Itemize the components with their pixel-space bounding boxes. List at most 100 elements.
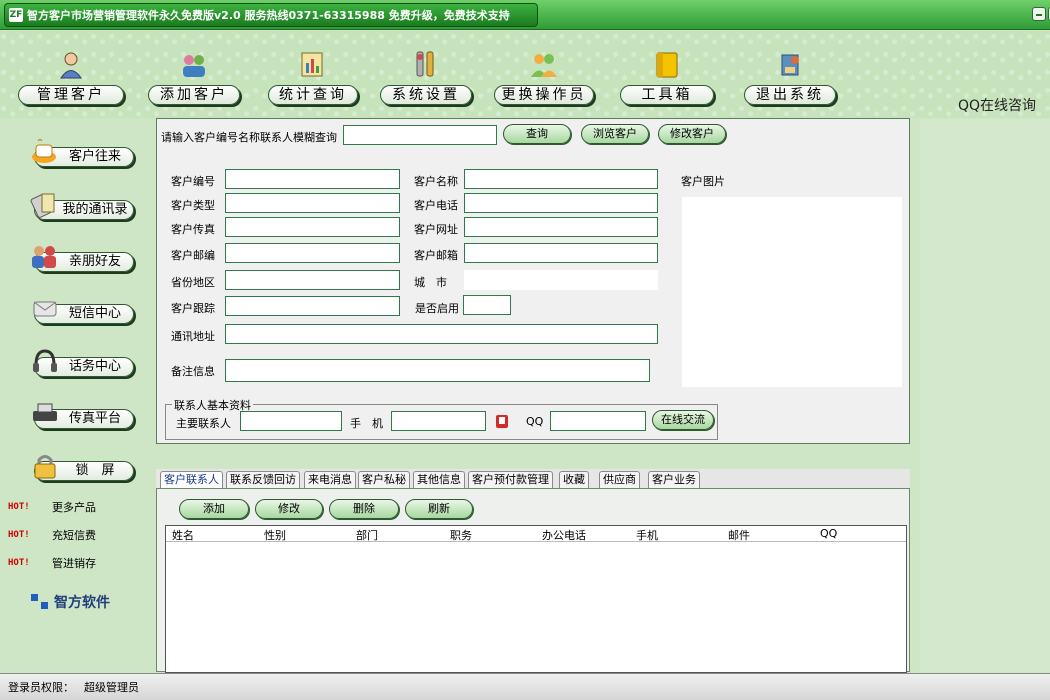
customer-fax-label: 客户传真 [171, 223, 215, 236]
delete-contact-button[interactable]: 删除 [329, 499, 399, 519]
sidebar-item-address-book[interactable]: 我的通讯录 [24, 190, 136, 226]
address-book-icon [30, 193, 55, 218]
toolbox-icon [656, 52, 678, 78]
column-header-qq[interactable]: QQ [820, 527, 837, 540]
contacts-table[interactable]: 姓名 性别 部门 职务 办公电话 手机 邮件 QQ [165, 525, 907, 673]
edit-customer-button[interactable]: 修改客户 [658, 124, 726, 144]
add-contact-button[interactable]: 添加 [179, 499, 249, 519]
customer-zip-field[interactable] [225, 243, 400, 263]
toolbar-item-statistics[interactable]: 统计查询 [268, 49, 358, 109]
stats-icon [301, 52, 323, 77]
column-header-email[interactable]: 邮件 [728, 527, 750, 543]
toolbar-item-settings[interactable]: 系统设置 [380, 49, 472, 109]
column-header-office-phone[interactable]: 办公电话 [542, 527, 586, 543]
customer-type-field[interactable] [225, 193, 400, 213]
settings-icon [416, 51, 434, 77]
coffee-icon [32, 139, 56, 163]
sidebar-item-customer-contacts[interactable]: 客户往来 [24, 137, 136, 173]
tab-customer-business[interactable]: 客户业务 [648, 471, 700, 489]
hot-link-inventory[interactable]: HOT! 管进销存 [8, 555, 96, 571]
qq-label: QQ [526, 415, 544, 428]
customer-id-field[interactable] [225, 169, 400, 189]
primary-contact-field[interactable] [240, 411, 342, 431]
address-field[interactable] [225, 324, 658, 344]
toolbar-item-manage-customers[interactable]: 管理客户 [18, 49, 124, 109]
headset-icon [33, 349, 57, 372]
table-header: 姓名 性别 部门 职务 办公电话 手机 邮件 QQ [166, 526, 906, 542]
query-button[interactable]: 查询 [503, 124, 571, 144]
tab-incoming-calls[interactable]: 来电消息 [304, 471, 356, 489]
sms-icon [33, 301, 57, 317]
search-input[interactable] [343, 125, 497, 145]
customer-email-field[interactable] [464, 243, 658, 263]
fax-icon [33, 403, 57, 421]
toolbar-item-exit[interactable]: 退出系统 [744, 49, 836, 109]
main-toolbar: 管理客户 添加客户 统计查询 系统设置 更换操作员 工具箱 退出系统 [0, 31, 1050, 118]
customer-picture-area[interactable] [682, 197, 902, 387]
tab-prepayment[interactable]: 客户预付款管理 [468, 471, 553, 489]
province-label: 省份地区 [171, 276, 215, 289]
column-header-department[interactable]: 部门 [356, 527, 378, 543]
refresh-button[interactable]: 刷新 [405, 499, 473, 519]
online-chat-button[interactable]: 在线交流 [652, 410, 714, 430]
tab-suppliers[interactable]: 供应商 [599, 471, 640, 489]
city-field[interactable] [464, 270, 658, 290]
tab-other-info[interactable]: 其他信息 [413, 471, 465, 489]
city-label: 城 市 [414, 276, 447, 289]
toolbar-button-label: 管理客户 [18, 85, 124, 105]
mobile-field[interactable] [391, 411, 486, 431]
tab-feedback-visits[interactable]: 联系反馈回访 [226, 471, 300, 489]
tab-favorites[interactable]: 收藏 [559, 471, 589, 489]
hot-link-more-products[interactable]: HOT! 更多产品 [8, 499, 96, 515]
qq-online-link[interactable]: QQ在线咨询 [958, 95, 1036, 115]
province-field[interactable] [225, 270, 400, 290]
hot-badge: HOT! [8, 530, 30, 540]
address-label: 通讯地址 [171, 330, 215, 343]
sidebar-item-fax-platform[interactable]: 传真平台 [24, 399, 136, 435]
column-header-position[interactable]: 职务 [450, 527, 472, 543]
brand-name: 智方软件 [54, 595, 110, 611]
contacts-tab-panel: 添加 修改 删除 刷新 姓名 性别 部门 职务 办公电话 手机 邮件 QQ [156, 488, 910, 673]
sidebar: 客户往来 我的通讯录 亲朋好友 短信中心 话务中心 传真平台 锁 屏 HOT! … [0, 119, 155, 672]
customer-zip-label: 客户邮编 [171, 249, 215, 262]
sidebar-item-lock-screen[interactable]: 锁 屏 [24, 451, 136, 487]
lock-icon [34, 455, 56, 479]
toolbar-button-label: 添加客户 [148, 85, 240, 105]
follow-up-field[interactable] [225, 296, 400, 316]
mobile-label: 手 机 [350, 417, 383, 430]
sidebar-item-friends[interactable]: 亲朋好友 [24, 242, 136, 278]
browse-customers-button[interactable]: 浏览客户 [581, 124, 649, 144]
window-title: 智方客户市场营销管理软件永久免费版v2.0 服务热线0371-63315988 … [27, 9, 510, 22]
toolbar-button-label: 工具箱 [620, 85, 714, 105]
customer-phone-field[interactable] [464, 193, 658, 213]
customer-name-field[interactable] [464, 169, 658, 189]
column-header-gender[interactable]: 性别 [264, 527, 286, 543]
right-side-area [920, 119, 1050, 672]
toolbar-button-label: 统计查询 [268, 85, 358, 105]
edit-contact-button[interactable]: 修改 [255, 499, 323, 519]
minimize-button[interactable] [1032, 7, 1046, 21]
sidebar-item-sms-center[interactable]: 短信中心 [24, 294, 136, 330]
mobile-phone-icon[interactable] [496, 415, 508, 428]
enabled-field[interactable] [463, 295, 511, 315]
customer-website-label: 客户网址 [414, 223, 458, 236]
add-users-icon [183, 55, 205, 77]
sidebar-item-call-center[interactable]: 话务中心 [24, 347, 136, 383]
toolbar-item-switch-operator[interactable]: 更换操作员 [494, 49, 594, 109]
column-header-mobile[interactable]: 手机 [636, 527, 658, 543]
tab-customer-contacts[interactable]: 客户联系人 [160, 471, 223, 489]
switch-operator-icon [531, 54, 557, 77]
toolbar-button-label: 系统设置 [380, 85, 472, 105]
status-permission-label: 登录员权限： [8, 681, 74, 694]
status-permission-value: 超级管理员 [84, 681, 139, 694]
primary-contact-label: 主要联系人 [176, 417, 231, 430]
notes-field[interactable] [225, 359, 650, 382]
toolbar-item-toolbox[interactable]: 工具箱 [620, 49, 714, 109]
qq-field[interactable] [550, 411, 646, 431]
column-header-name[interactable]: 姓名 [172, 527, 194, 543]
toolbar-item-add-customer[interactable]: 添加客户 [148, 49, 240, 109]
customer-website-field[interactable] [464, 217, 658, 237]
hot-link-sms-recharge[interactable]: HOT! 充短信费 [8, 527, 96, 543]
customer-fax-field[interactable] [225, 217, 400, 237]
tab-customer-private[interactable]: 客户私秘 [358, 471, 410, 489]
